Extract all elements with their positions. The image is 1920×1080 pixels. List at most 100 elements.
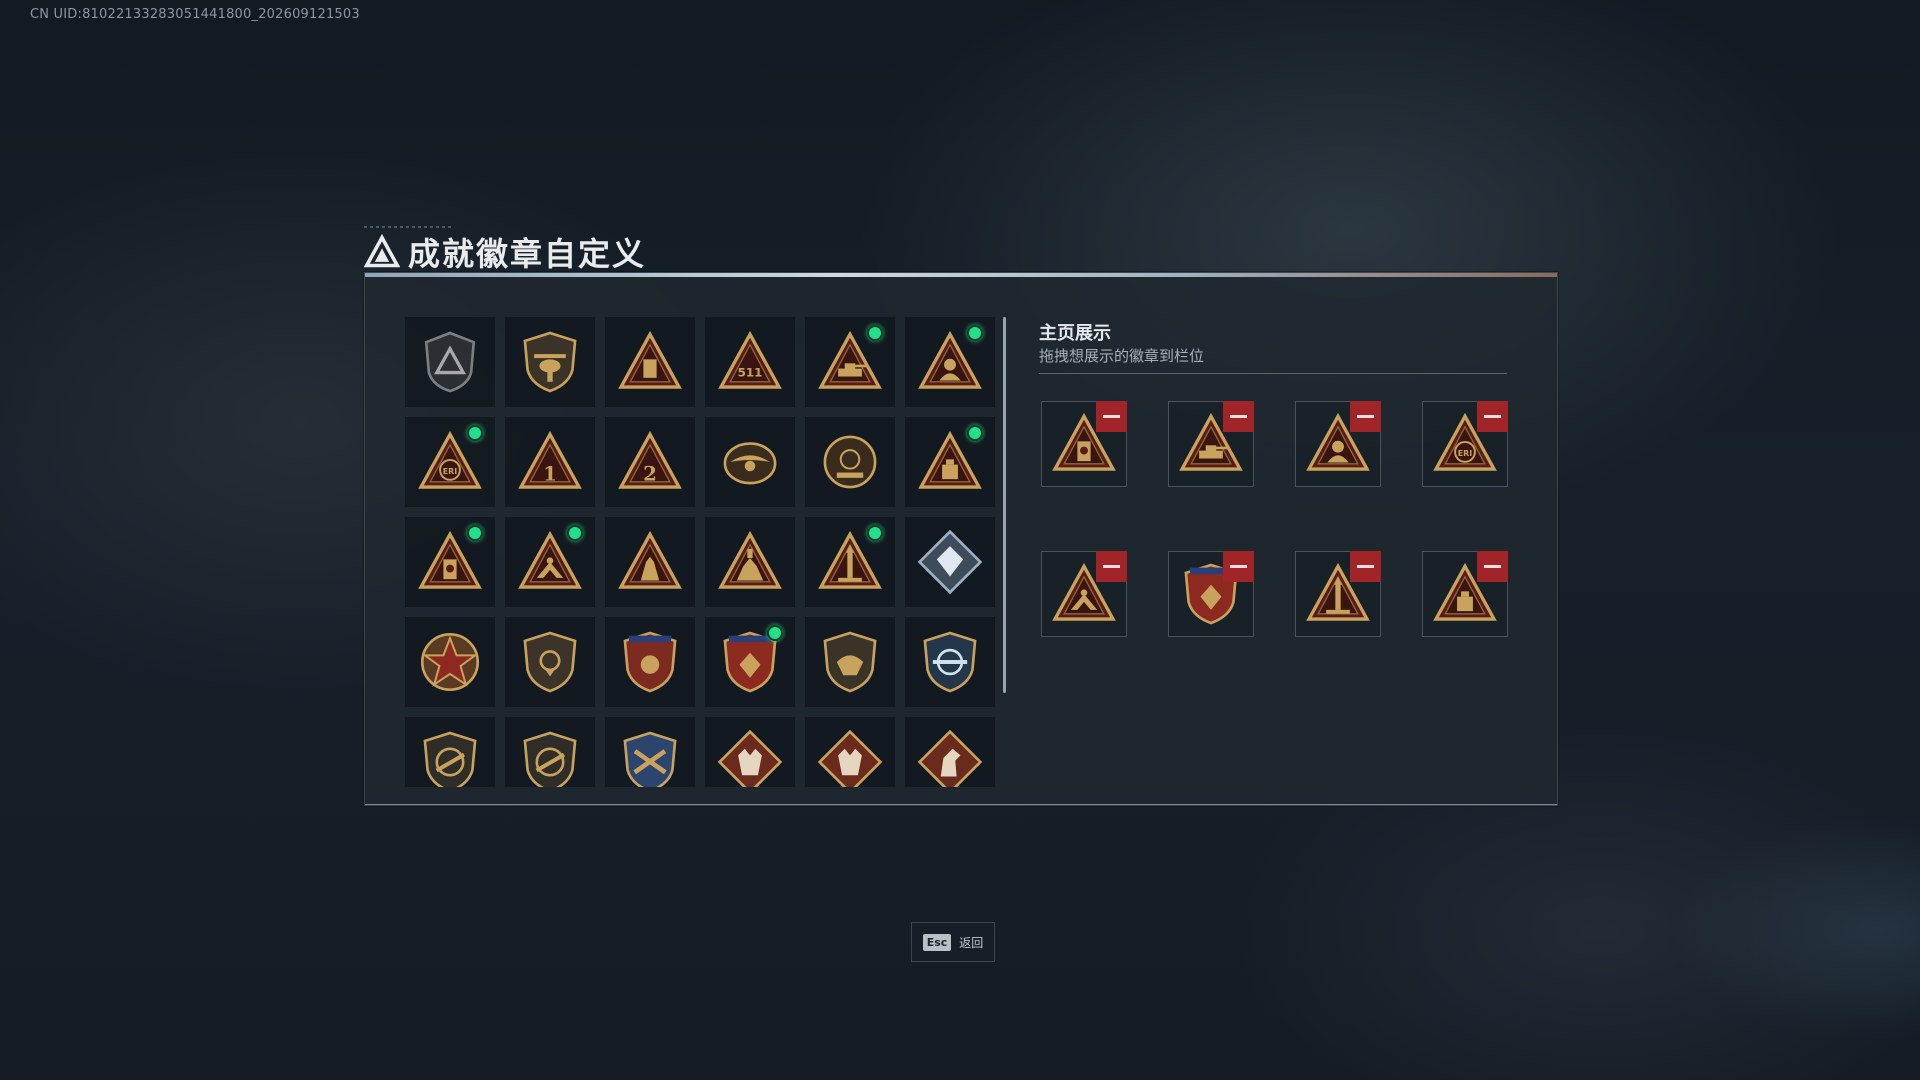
badge-grid[interactable]: 511 ERI 1 2	[405, 317, 1005, 787]
minus-icon	[1484, 415, 1501, 418]
shield-gear-icon	[523, 631, 577, 693]
crossed-rifles-shield-icon	[623, 731, 677, 787]
triangle-number-1-icon: 1	[518, 430, 582, 489]
svg-text:1: 1	[543, 461, 557, 485]
page-header: 成就徽章自定义	[364, 226, 647, 274]
badge-cell[interactable]	[405, 617, 495, 707]
delta-force-2020-icon	[823, 435, 877, 489]
page-title: 成就徽章自定义	[408, 235, 647, 273]
svg-text:ERI: ERI	[443, 467, 457, 476]
triangle-511-icon: 511	[718, 330, 782, 389]
wolf-diamond-icon	[817, 729, 883, 787]
crest-stars-icon	[623, 631, 677, 693]
back-label: 返回	[959, 935, 984, 950]
badge-panel: 511 ERI 1 2 主页展示 拖拽想展示的徽章到栏位 ERI	[364, 272, 1558, 806]
horse-diamond-icon	[917, 729, 983, 787]
badge-cell[interactable]	[805, 417, 895, 507]
showcase-slot[interactable]	[1422, 551, 1508, 637]
minus-icon	[1357, 415, 1374, 418]
badge-cell[interactable]	[505, 317, 595, 407]
badge-cell[interactable]: 2	[605, 417, 695, 507]
new-indicator-dot	[767, 625, 783, 641]
badge-cell[interactable]: 511	[705, 317, 795, 407]
new-indicator-dot	[967, 325, 983, 341]
back-button[interactable]: Esc 返回	[911, 922, 995, 962]
diamond-crystal-icon	[917, 529, 983, 595]
badge-cell[interactable]	[905, 717, 995, 787]
new-indicator-dot	[867, 525, 883, 541]
rifle-shield-icon	[423, 731, 477, 787]
showcase-slot[interactable]	[1168, 401, 1254, 487]
badge-cell[interactable]	[405, 517, 495, 607]
svg-text:511: 511	[738, 366, 763, 380]
badge-cell[interactable]	[605, 317, 695, 407]
showcase-slot[interactable]	[1295, 401, 1381, 487]
badge-cell[interactable]: ERI	[405, 417, 495, 507]
showcase-slot[interactable]	[1168, 551, 1254, 637]
remove-badge-button[interactable]	[1350, 551, 1381, 582]
helicopter-shield-icon	[523, 331, 577, 393]
badge-cell[interactable]	[605, 617, 695, 707]
svg-text:2: 2	[643, 461, 657, 485]
eagle-shield-icon	[823, 631, 877, 693]
minus-icon	[1103, 565, 1120, 568]
delta-logo-icon	[364, 234, 400, 268]
minus-icon	[1484, 565, 1501, 568]
new-indicator-dot	[467, 525, 483, 541]
badge-cell[interactable]	[705, 717, 795, 787]
triangle-number-2-icon: 2	[618, 430, 682, 489]
new-indicator-dot	[467, 425, 483, 441]
badge-cell[interactable]	[505, 717, 595, 787]
showcase-subtitle: 拖拽想展示的徽章到栏位	[1039, 347, 1205, 365]
scrollbar[interactable]	[1003, 317, 1006, 693]
wolf-diamond-icon	[717, 729, 783, 787]
badge-cell[interactable]	[805, 717, 895, 787]
svg-text:ERI: ERI	[1458, 449, 1472, 458]
badge-cell[interactable]	[405, 317, 495, 407]
uid-label: CN UID:81022133283051441800_202609121503	[30, 7, 360, 22]
showcase-divider	[1039, 373, 1507, 374]
shield-delta-icon	[424, 331, 476, 393]
remove-badge-button[interactable]	[1477, 401, 1508, 432]
badge-cell[interactable]	[905, 417, 995, 507]
remove-badge-button[interactable]	[1096, 551, 1127, 582]
badge-cell[interactable]	[605, 717, 695, 787]
remove-badge-button[interactable]	[1350, 401, 1381, 432]
winged-emblem-icon	[723, 442, 777, 485]
minus-icon	[1103, 415, 1120, 418]
showcase-slot[interactable]	[1041, 551, 1127, 637]
badge-cell[interactable]	[805, 617, 895, 707]
badge-cell[interactable]	[405, 717, 495, 787]
badge-cell[interactable]: 1	[505, 417, 595, 507]
minus-icon	[1230, 415, 1247, 418]
badge-cell[interactable]	[605, 517, 695, 607]
showcase-title: 主页展示	[1039, 323, 1111, 344]
badge-cell[interactable]	[905, 317, 995, 407]
showcase-slot[interactable]: ERI	[1422, 401, 1508, 487]
badge-cell[interactable]	[905, 617, 995, 707]
badge-cell[interactable]	[905, 517, 995, 607]
new-indicator-dot	[967, 425, 983, 441]
rifle-shield-icon	[523, 731, 577, 787]
triangle-monument-icon	[718, 530, 782, 589]
badge-cell[interactable]	[805, 317, 895, 407]
badge-cell[interactable]	[505, 617, 595, 707]
remove-badge-button[interactable]	[1477, 551, 1508, 582]
badge-cell[interactable]	[705, 617, 795, 707]
remove-badge-button[interactable]	[1096, 401, 1127, 432]
remove-badge-button[interactable]	[1223, 551, 1254, 582]
badge-cell[interactable]	[705, 417, 795, 507]
minus-icon	[1357, 565, 1374, 568]
triangle-statue-icon	[618, 530, 682, 589]
badge-cell[interactable]	[805, 517, 895, 607]
badge-cell[interactable]	[705, 517, 795, 607]
star-wreath-icon	[420, 632, 480, 692]
triangle-door-icon	[618, 330, 682, 389]
esc-key: Esc	[922, 933, 952, 951]
minus-icon	[1230, 565, 1247, 568]
badge-cell[interactable]	[505, 517, 595, 607]
showcase-slot[interactable]	[1041, 401, 1127, 487]
remove-badge-button[interactable]	[1223, 401, 1254, 432]
showcase-slot[interactable]	[1295, 551, 1381, 637]
new-indicator-dot	[867, 325, 883, 341]
